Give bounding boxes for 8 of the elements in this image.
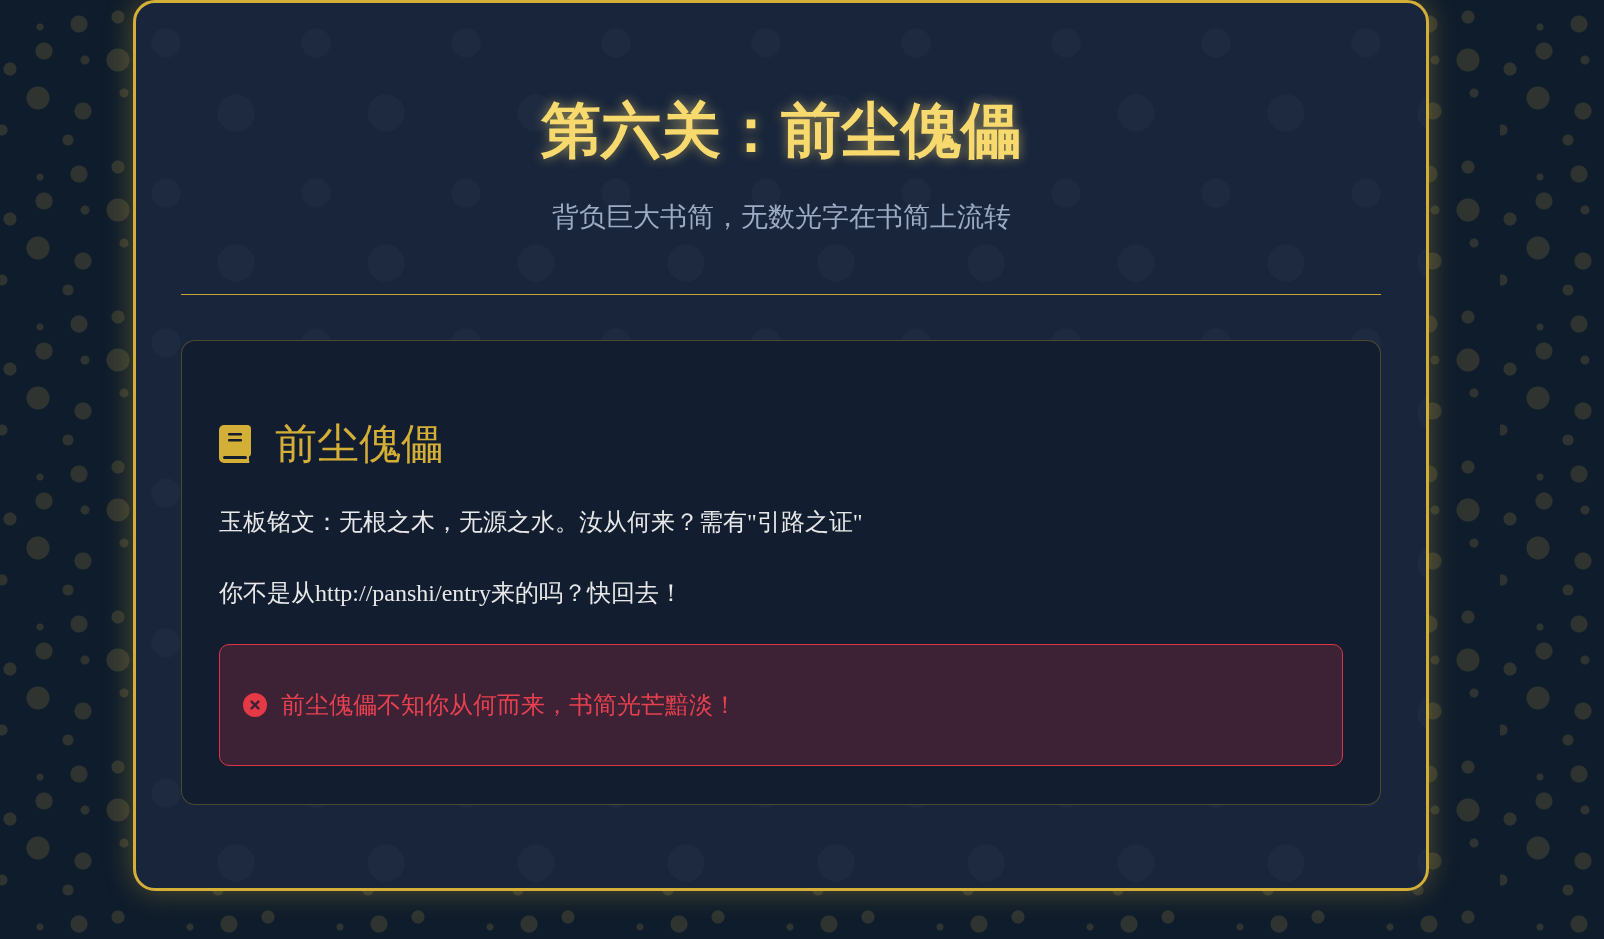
page-subtitle: 背负巨大书简，无数光字在书简上流转 [551,201,1011,234]
alert-message: 前尘傀儡不知你从何而来，书简光芒黯淡！ [281,691,737,720]
book-icon [219,425,251,463]
inscription-text: 你不是从http://panshi/entry来的吗？快回去！ [219,579,683,608]
inscription-text: 玉板铭文：无根之木，无源之水。汝从何来？需有"引路之证" [219,508,863,537]
panel-heading: 前尘傀儡 [275,420,443,469]
error-icon [243,693,267,717]
page-title: 第六关：前尘傀儡 [541,97,1021,166]
